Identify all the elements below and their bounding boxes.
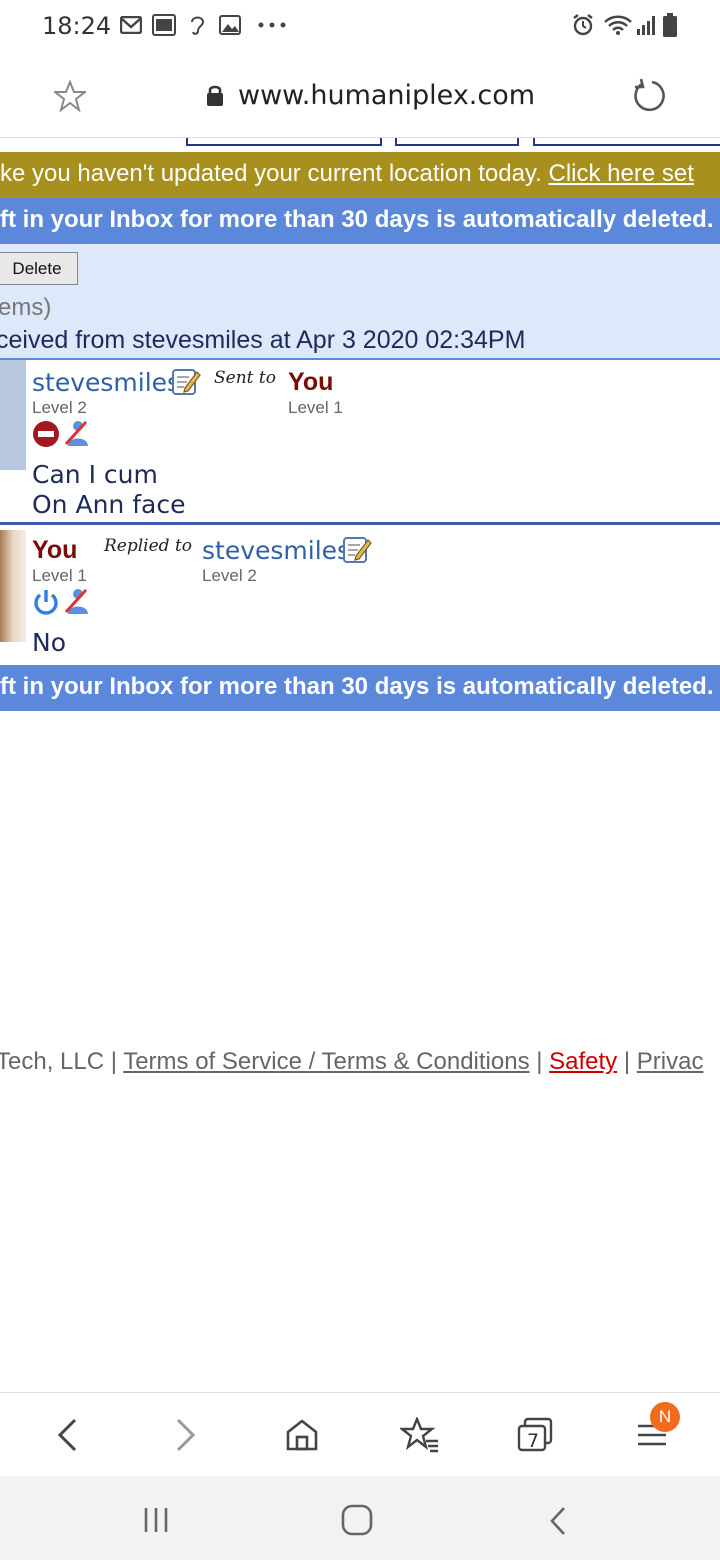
direction-label: Sent to	[214, 368, 276, 388]
recipient-level: Level 1	[288, 398, 343, 417]
nav-tab-1[interactable]	[186, 138, 382, 146]
us-app-icon	[152, 14, 176, 36]
browser-toolbar: www.humaniplex.com	[0, 52, 720, 138]
inbox-notice-bottom: ft in your Inbox for more than 30 days i…	[0, 665, 720, 711]
reload-icon[interactable]	[632, 78, 668, 119]
inbox-notice-text: ft in your Inbox for more than 30 days i…	[0, 673, 720, 700]
nav-tab-3[interactable]	[533, 138, 720, 146]
location-banner-text: ke you haven't updated your current loca…	[0, 160, 549, 187]
message-actions: Delete ems) ceived from stevesmiles at A…	[0, 244, 720, 360]
inbox-notice-top: ft in your Inbox for more than 30 days i…	[0, 198, 720, 244]
user-verified-icon	[62, 418, 92, 453]
user-verified-icon	[62, 586, 92, 621]
items-count-text: ems)	[0, 294, 52, 321]
status-bar: 18:24	[0, 0, 720, 52]
location-banner: ke you haven't updated your current loca…	[0, 152, 720, 198]
url-field[interactable]: www.humaniplex.com	[238, 80, 535, 111]
image-icon	[219, 14, 241, 36]
sender-name-link[interactable]: stevesmiles	[32, 368, 180, 397]
location-update-link[interactable]: Click here set	[548, 160, 693, 187]
status-time: 18:24	[42, 12, 112, 40]
notes-icon[interactable]	[171, 366, 201, 401]
system-nav-bar	[0, 1476, 720, 1560]
privacy-link[interactable]: Privac	[637, 1048, 704, 1075]
recipient-name-link[interactable]: stevesmiles	[202, 536, 350, 565]
recipient-name: You	[288, 368, 334, 396]
notes-icon[interactable]	[342, 534, 372, 569]
recent-apps-icon[interactable]	[142, 1506, 170, 1539]
message-item: stevesmiles Sent to You Level 2 Level 1 …	[0, 360, 720, 525]
message-body-line: No	[32, 628, 66, 657]
message-body-line: On Ann face	[32, 490, 186, 519]
offline-status-icon	[32, 420, 60, 453]
power-status-icon	[32, 588, 60, 621]
forward-icon[interactable]	[163, 1413, 207, 1457]
direction-label: Replied to	[104, 536, 193, 556]
signal-icon	[636, 14, 658, 36]
tabs-icon[interactable]: 7	[513, 1413, 557, 1457]
safety-link[interactable]: Safety	[549, 1048, 617, 1075]
notification-badge: N	[650, 1402, 680, 1432]
avatar[interactable]	[0, 360, 26, 470]
battery-icon	[662, 13, 678, 37]
lock-icon	[205, 84, 225, 111]
alarm-icon	[570, 14, 596, 36]
tab-count: 7	[527, 1430, 540, 1452]
home-icon[interactable]	[280, 1413, 324, 1457]
nav-tab-2[interactable]	[395, 138, 519, 146]
mail-icon	[120, 14, 142, 36]
sender-level: Level 2	[32, 398, 87, 417]
wifi-icon	[603, 14, 633, 36]
recipient-level: Level 2	[202, 566, 257, 585]
message-body-line: Can I cum	[32, 460, 158, 489]
received-info: ceived from stevesmiles at Apr 3 2020 02…	[0, 326, 526, 354]
bookmark-star-icon[interactable]	[52, 79, 88, 117]
inbox-notice-text: ft in your Inbox for more than 30 days i…	[0, 206, 720, 233]
sender-name: You	[32, 536, 78, 564]
avatar[interactable]	[0, 530, 26, 642]
system-back-icon[interactable]	[548, 1506, 568, 1541]
back-icon[interactable]	[46, 1413, 90, 1457]
footer-company: Tech, LLC |	[0, 1048, 124, 1075]
footer-separator: |	[617, 1048, 637, 1075]
bookmarks-icon[interactable]	[398, 1413, 442, 1457]
hearing-icon	[187, 14, 207, 36]
more-dots-icon	[258, 14, 286, 36]
browser-bottom-nav: 7	[0, 1392, 720, 1476]
footer-separator: |	[529, 1048, 550, 1075]
message-item: You Replied to stevesmiles Level 1 Level…	[0, 528, 720, 664]
system-home-icon[interactable]	[341, 1504, 373, 1541]
delete-button[interactable]: Delete	[0, 252, 78, 285]
terms-link[interactable]: Terms of Service / Terms & Conditions	[123, 1048, 529, 1075]
sender-level: Level 1	[32, 566, 87, 585]
web-page: ke you haven't updated your current loca…	[0, 138, 720, 1392]
footer-links: Tech, LLC | Terms of Service / Terms & C…	[0, 1048, 703, 1076]
